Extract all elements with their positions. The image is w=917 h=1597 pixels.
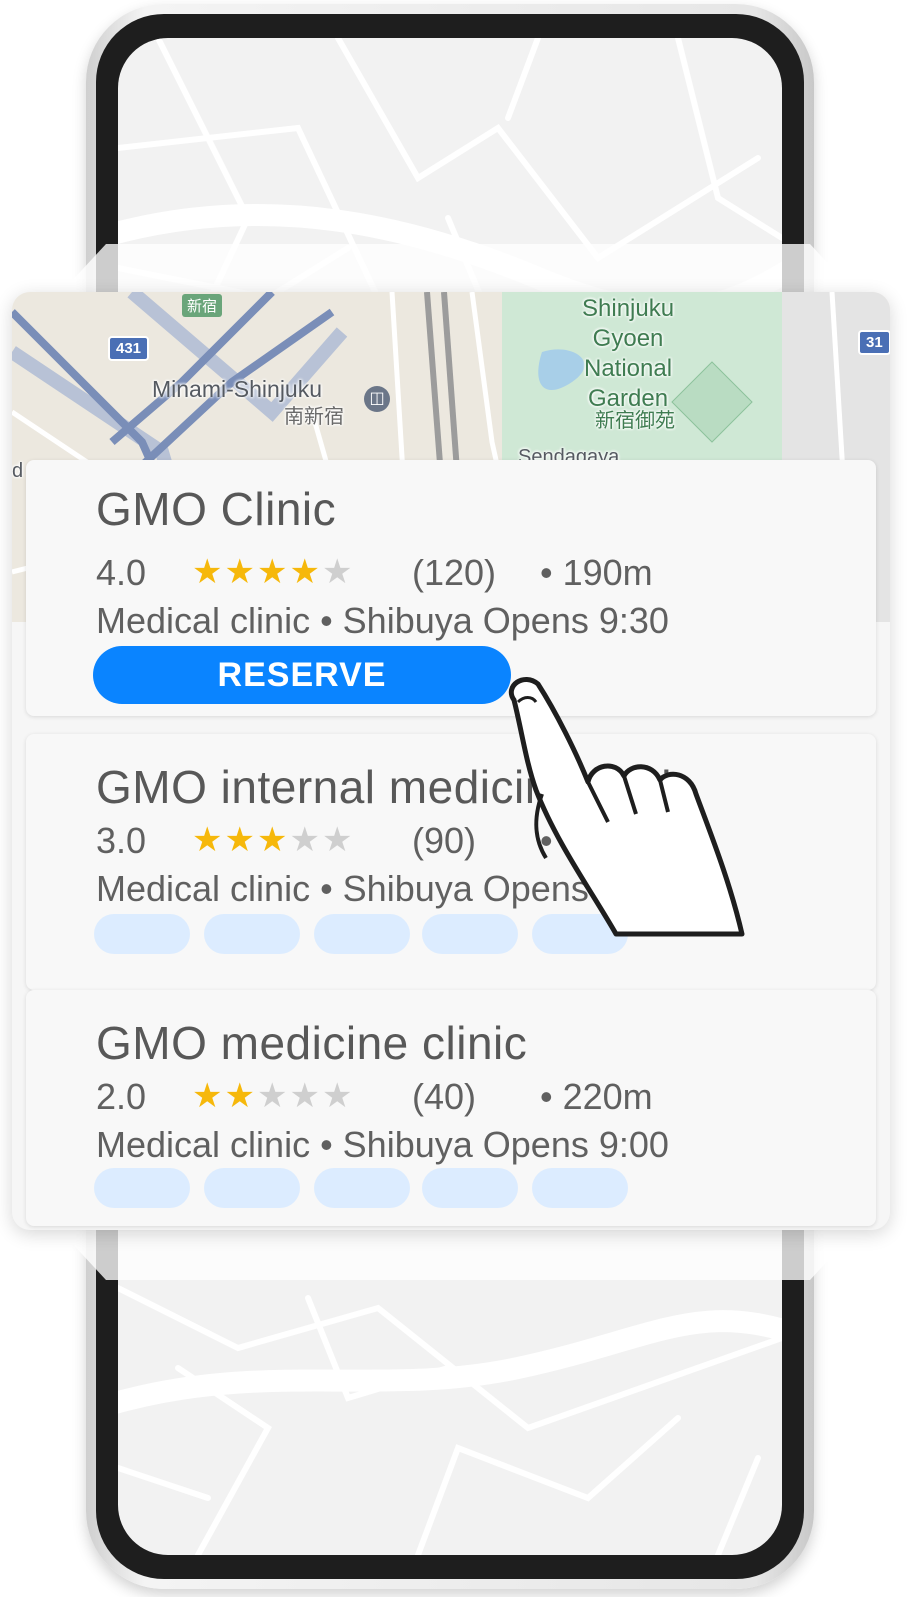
tap-hand-icon [509, 676, 745, 937]
train-station-icon[interactable]: ◫ [364, 386, 390, 412]
star-icon: ★ [289, 1077, 322, 1115]
time-slot-chip[interactable] [204, 914, 300, 954]
star-icon: ★ [289, 553, 322, 591]
district-tag: 新宿 [182, 294, 223, 317]
star-rating: ★★★★★ [192, 1076, 354, 1116]
star-rating: ★★★★★ [192, 820, 354, 860]
time-slot-chip[interactable] [422, 1168, 518, 1208]
clinic-info: Medical clinic • Shibuya Opens 9:30 [96, 600, 669, 641]
star-icon: ★ [321, 821, 355, 859]
time-slot-chip[interactable] [94, 914, 190, 954]
rating-value: 2.0 [96, 1076, 147, 1117]
route-431-shield: 431 [108, 336, 150, 361]
result-card[interactable]: GMO medicine clinic 2.0 ★★★★★ (40) • 220… [26, 990, 876, 1226]
star-icon: ★ [224, 553, 257, 591]
distance: • 220m [540, 1076, 653, 1117]
rating-value: 4.0 [96, 552, 147, 593]
review-count: (90) [412, 820, 477, 861]
star-icon: ★ [192, 1077, 225, 1115]
star-icon: ★ [224, 821, 257, 859]
station-label: Minami-Shinjuku [152, 376, 323, 402]
station-label-jp: 南新宿 [284, 406, 344, 428]
time-slot-chip[interactable] [314, 914, 410, 954]
park-label: Shinjuku Gyoen National Garden [582, 295, 675, 412]
time-slot-chip[interactable] [532, 1168, 628, 1208]
star-rating: ★★★★★ [192, 552, 354, 592]
rating-value: 3.0 [96, 820, 147, 861]
time-slot-chip[interactable] [94, 1168, 190, 1208]
clinic-name: GMO Clinic [96, 483, 337, 535]
time-slot-chip[interactable] [314, 1168, 410, 1208]
star-icon: ★ [224, 1077, 257, 1115]
route-31-shield: 31 [858, 330, 890, 355]
star-icon: ★ [256, 821, 290, 859]
map-edge-label: d [12, 460, 24, 482]
star-icon: ★ [289, 821, 322, 859]
stage: 新宿 431 31 Minami-Shinjuku ◫ 南新宿 Shinjuku… [0, 0, 917, 1597]
clinic-info: Medical clinic • Shibuya Opens 9:00 [96, 1124, 669, 1165]
park-label-jp: 新宿御苑 [595, 410, 675, 432]
clinic-name: GMO medicine clinic [96, 1017, 528, 1069]
star-icon: ★ [256, 1077, 290, 1115]
review-count: (40) [412, 1076, 477, 1117]
star-icon: ★ [321, 553, 355, 591]
distance: • 190m [540, 552, 653, 593]
star-icon: ★ [192, 821, 225, 859]
star-icon: ★ [192, 553, 225, 591]
review-count: (120) [412, 552, 497, 593]
reserve-button[interactable]: RESERVE [93, 646, 511, 704]
star-icon: ★ [256, 553, 290, 591]
star-icon: ★ [321, 1077, 355, 1115]
time-slot-chip[interactable] [204, 1168, 300, 1208]
